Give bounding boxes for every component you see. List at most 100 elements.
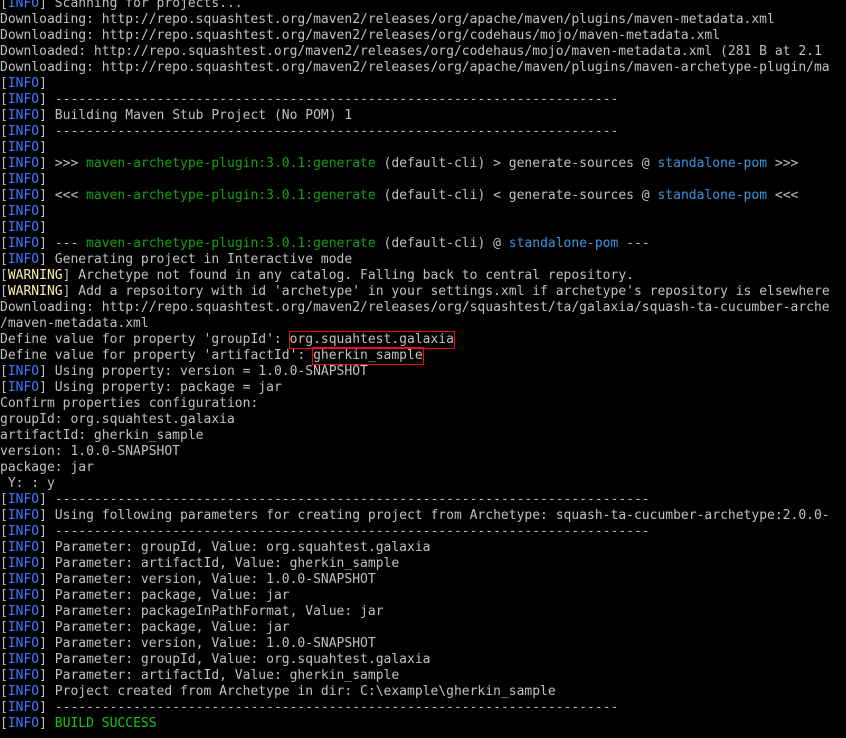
console-line: [INFO] Parameter: groupId, Value: org.sq… (0, 652, 430, 668)
console-text: Project created from Archetype in dir: C… (54, 684, 556, 699)
tag-bracket: [ (0, 492, 8, 507)
tag-bracket: ] (39, 652, 55, 667)
console-text: Parameter: version, Value: 1.0.0-SNAPSHO… (54, 572, 376, 587)
console-line: [INFO] Using property: package = jar (0, 380, 282, 396)
console-line: [INFO] Parameter: packageInPathFormat, V… (0, 604, 384, 620)
info-tag: INFO (7, 204, 40, 219)
tag-bracket: [ (0, 508, 8, 523)
console-line: [INFO] (0, 140, 47, 156)
tag-bracket: ] (39, 572, 55, 587)
console-text: groupId: org.squahtest.galaxia (0, 412, 235, 427)
console-text: Downloaded: http://repo.squashtest.org/m… (0, 44, 822, 59)
tag-bracket: ] (39, 92, 55, 107)
tag-bracket: [ (0, 172, 8, 187)
console-text: (default-cli) @ (375, 236, 509, 251)
info-tag: INFO (7, 604, 40, 619)
info-tag: INFO (7, 236, 40, 251)
console-text: Y: : y (0, 476, 55, 491)
console-text: Downloading: http://repo.squashtest.org/… (0, 300, 830, 315)
console-text: Generating project in Interactive mode (54, 252, 353, 267)
console-text: Parameter: version, Value: 1.0.0-SNAPSHO… (54, 636, 376, 651)
console-text: Parameter: package, Value: jar (54, 588, 290, 603)
tag-bracket: [ (0, 556, 8, 571)
console-line: [INFO] <<< maven-archetype-plugin:3.0.1:… (0, 188, 798, 204)
console-line: Confirm properties configuration: (0, 396, 258, 412)
console-text: --- (54, 236, 87, 251)
tag-bracket: [ (0, 540, 8, 555)
console-line: [INFO] ---------------------------------… (0, 92, 618, 108)
console-line: [INFO] Parameter: version, Value: 1.0.0-… (0, 636, 376, 652)
tag-bracket: ] (39, 108, 55, 123)
info-tag: INFO (7, 716, 40, 731)
plugin-goal-text: maven-archetype-plugin:3.0.1:generate (86, 156, 376, 171)
console-text: --- (618, 236, 650, 251)
console-text: Downloading: http://repo.squashtest.org/… (0, 12, 775, 27)
info-tag: INFO (7, 508, 40, 523)
console-text: <<< (54, 188, 87, 203)
console-text: ----------------------------------------… (54, 124, 619, 139)
console-text: Scanning for projects... (54, 0, 243, 11)
console-text: ----------------------------------------… (54, 92, 619, 107)
tag-bracket: [ (0, 108, 8, 123)
console-line: Downloading: http://repo.squashtest.org/… (0, 12, 775, 28)
console-text: Parameter: groupId, Value: org.squahtest… (54, 540, 431, 555)
project-name-text: standalone-pom (657, 188, 768, 203)
console-line: [INFO] Using property: version = 1.0.0-S… (0, 364, 368, 380)
tag-bracket: ] (39, 124, 55, 139)
console-line: [INFO] Parameter: package, Value: jar (0, 588, 290, 604)
info-tag: INFO (7, 156, 40, 171)
console-line: [INFO] ---------------------------------… (0, 492, 650, 508)
tag-bracket: [ (0, 380, 8, 395)
info-tag: INFO (7, 540, 40, 555)
console-text: Downloading: http://repo.squashtest.org/… (0, 28, 721, 43)
tag-bracket: ] (39, 0, 55, 11)
info-tag: INFO (7, 684, 40, 699)
console-text: Define value for property 'groupId': (0, 332, 290, 347)
tag-bracket: [ (0, 572, 8, 587)
console-line: [INFO] Parameter: artifactId, Value: ghe… (0, 668, 399, 684)
tag-bracket: [ (0, 716, 8, 731)
console-line: [INFO] Using following parameters for cr… (0, 508, 830, 524)
console-text: (default-cli) > generate-sources @ (375, 156, 658, 171)
tag-bracket: ] (39, 508, 55, 523)
tag-bracket: ] (39, 588, 55, 603)
console-line: [INFO] (0, 172, 47, 188)
info-tag: INFO (7, 620, 40, 635)
console-line: Define value for property 'groupId': org… (0, 331, 455, 349)
tag-bracket: ] (39, 188, 55, 203)
console-line: [INFO] Project created from Archetype in… (0, 684, 556, 700)
console-line: [INFO] Generating project in Interactive… (0, 252, 352, 268)
console-line: artifactId: gherkin_sample (0, 428, 204, 444)
tag-bracket: [ (0, 284, 8, 299)
console-text: Parameter: packageInPathFormat, Value: j… (54, 604, 384, 619)
console-line: package: jar (0, 460, 94, 476)
console-line: [INFO] (0, 204, 47, 220)
console-line: [INFO] ---------------------------------… (0, 524, 650, 540)
console-line: [INFO] (0, 76, 47, 92)
info-tag: INFO (7, 92, 40, 107)
console-text: package: jar (0, 460, 94, 475)
tag-bracket: ] (39, 684, 55, 699)
tag-bracket: [ (0, 124, 8, 139)
console-line: groupId: org.squahtest.galaxia (0, 412, 235, 428)
console-text: Parameter: artifactId, Value: gherkin_sa… (54, 556, 400, 571)
tag-bracket: ] (39, 156, 55, 171)
info-tag: INFO (7, 76, 40, 91)
tag-bracket: [ (0, 76, 8, 91)
console-line: Define value for property 'artifactId': … (0, 347, 424, 365)
info-tag: INFO (7, 108, 40, 123)
console-text: >>> (767, 156, 799, 171)
console-line: Downloaded: http://repo.squashtest.org/m… (0, 44, 822, 60)
console-line: [INFO] Parameter: package, Value: jar (0, 620, 290, 636)
tag-bracket: [ (0, 204, 8, 219)
tag-bracket: ] (39, 604, 55, 619)
console-text: <<< (767, 188, 799, 203)
console-window[interactable]: [INFO] Scanning for projects... Downloadi… (0, 0, 846, 738)
tag-bracket: ] (39, 492, 55, 507)
tag-bracket: [ (0, 604, 8, 619)
tag-bracket: [ (0, 156, 8, 171)
tag-bracket: ] (62, 284, 79, 299)
info-tag: INFO (7, 636, 40, 651)
console-line: [INFO] Scanning for projects... (0, 0, 243, 12)
console-line: [WARNING] Add a repsoitory with id 'arch… (0, 284, 830, 300)
